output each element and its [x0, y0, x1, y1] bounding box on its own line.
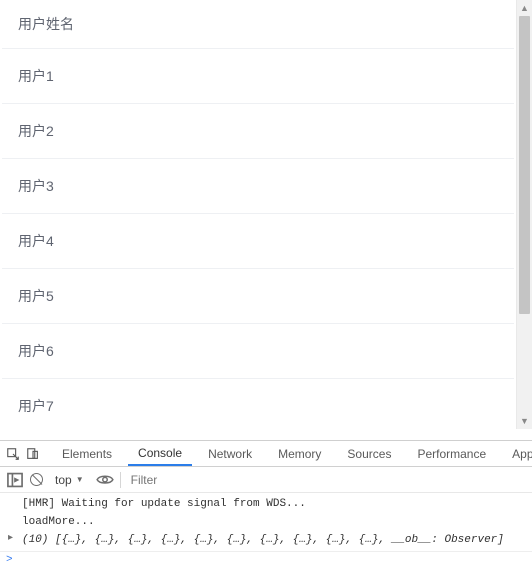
console-object[interactable]: (10) [{…}, {…}, {…}, {…}, {…}, {…}, {…},… [0, 531, 532, 549]
list-header: 用户姓名 [2, 0, 514, 49]
list-item: 用户1 [2, 49, 514, 104]
list-item: 用户4 [2, 214, 514, 269]
list-item: 用户3 [2, 159, 514, 214]
scrollbar[interactable]: ▲ ▼ [516, 0, 532, 429]
tab-sources[interactable]: Sources [337, 441, 401, 466]
console-toolbar: top ▼ [0, 467, 532, 493]
tab-network[interactable]: Network [198, 441, 262, 466]
console-message: loadMore... [0, 513, 532, 531]
devtools-tabs: Elements Console Network Memory Sources … [0, 441, 532, 467]
scroll-thumb[interactable] [519, 16, 530, 314]
list-item: 用户5 [2, 269, 514, 324]
scroll-up-arrow-icon[interactable]: ▲ [517, 0, 532, 16]
filter-input[interactable] [127, 471, 526, 489]
devtools-panel: Elements Console Network Memory Sources … [0, 440, 532, 554]
list-item: 用户2 [2, 104, 514, 159]
separator [120, 472, 121, 488]
console-sidebar-toggle-icon[interactable] [6, 471, 24, 489]
tab-elements[interactable]: Elements [52, 441, 122, 466]
clear-console-icon[interactable] [30, 473, 43, 486]
inspect-element-icon[interactable] [6, 445, 20, 463]
context-selector[interactable]: top ▼ [49, 473, 90, 487]
list-item: 用户7 [2, 379, 514, 429]
chevron-down-icon: ▼ [76, 475, 84, 484]
scroll-down-arrow-icon[interactable]: ▼ [517, 413, 532, 429]
console-output: [HMR] Waiting for update signal from WDS… [0, 493, 532, 551]
console-prompt[interactable]: > [0, 551, 532, 567]
live-expression-icon[interactable] [96, 471, 114, 489]
user-list[interactable]: 用户姓名 用户1 用户2 用户3 用户4 用户5 用户6 用户7 [0, 0, 516, 429]
tab-memory[interactable]: Memory [268, 441, 331, 466]
context-label: top [55, 473, 72, 487]
device-toggle-icon[interactable] [26, 445, 40, 463]
tab-application[interactable]: Applic [502, 441, 532, 466]
tab-console[interactable]: Console [128, 441, 192, 466]
list-item: 用户6 [2, 324, 514, 379]
console-message: [HMR] Waiting for update signal from WDS… [0, 495, 532, 513]
tab-performance[interactable]: Performance [407, 441, 496, 466]
